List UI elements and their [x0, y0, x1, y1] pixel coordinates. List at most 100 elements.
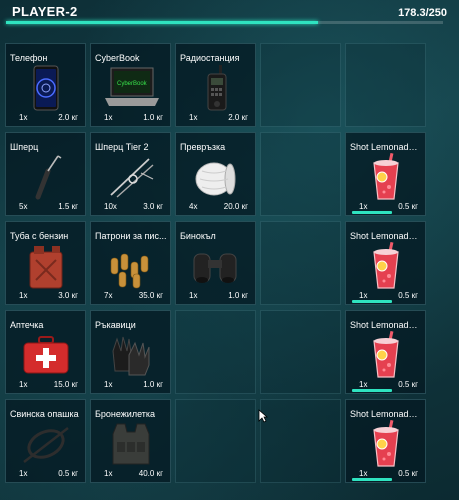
item-name: Shot Lemonade ... [350, 231, 422, 241]
item-weight: 0.5 кг [398, 469, 418, 478]
inventory-slot[interactable]: Shot Lemonade ... 1x 0.5 кг [345, 310, 426, 394]
item-weight: 15.0 кг [53, 380, 78, 389]
inventory-slot[interactable]: Телефон 1x 2.0 кг [5, 43, 86, 127]
inventory-slot[interactable]: Патрони за пис... 7x 35.0 кг [90, 221, 171, 305]
item-durability-bar [352, 478, 392, 481]
inventory-slot[interactable]: Shot Lemonade ... 1x 0.5 кг [345, 399, 426, 483]
lemonade-icon [358, 419, 414, 468]
inventory-header: PLAYER-2 178.3/250 [0, 0, 459, 40]
item-quantity: 1x [359, 469, 368, 478]
inventory-slot[interactable]: Шперц 5x 1.5 кг [5, 132, 86, 216]
inventory-slot[interactable]: CyberBook CyberBook 1x 1.0 кг [90, 43, 171, 127]
item-weight: 0.5 кг [398, 202, 418, 211]
item-name: Shot Lemonade ... [350, 320, 422, 330]
inventory-slot-empty[interactable] [260, 132, 341, 216]
inventory-slot[interactable]: Аптечка 1x 15.0 кг [5, 310, 86, 394]
item-weight: 3.0 кг [143, 202, 163, 211]
inventory-slot-empty[interactable] [260, 221, 341, 305]
item-name: Shot Lemonade ... [350, 142, 422, 152]
item-weight: 0.5 кг [398, 291, 418, 300]
weight-bar-fill [6, 21, 318, 24]
item-name: Бинокъл [180, 231, 216, 241]
item-durability-bar [352, 300, 392, 303]
mouse-cursor-icon [258, 409, 268, 423]
ammo-icon [103, 242, 159, 290]
item-name: Туба с бензин [10, 231, 69, 241]
lockpick-icon [18, 153, 74, 201]
item-quantity: 1x [19, 113, 28, 122]
item-weight: 2.0 кг [58, 113, 78, 122]
gloves-icon [103, 331, 159, 379]
gas-can-icon [18, 242, 74, 290]
item-durability-bar [352, 211, 392, 214]
item-quantity: 1x [104, 113, 113, 122]
item-name: CyberBook [95, 53, 140, 63]
bandage-icon [188, 153, 244, 201]
item-quantity: 10x [104, 202, 117, 211]
item-quantity: 5x [19, 202, 28, 211]
item-weight: 0.5 кг [398, 380, 418, 389]
item-quantity: 1x [104, 380, 113, 389]
inventory-slot[interactable]: Шперц Tier 2 10x 3.0 кг [90, 132, 171, 216]
lemonade-icon [358, 241, 414, 290]
binoculars-icon [188, 242, 244, 290]
inventory-grid: Телефон 1x 2.0 кг CyberBook CyberBook 1x 1.0 к… [5, 43, 456, 498]
laptop-icon: CyberBook [103, 64, 159, 112]
item-weight: 20.0 кг [223, 202, 248, 211]
inventory-slot-empty[interactable] [260, 399, 341, 483]
weight-bar [6, 21, 443, 24]
inventory-slot[interactable]: Бронежилетка 1x 40.0 кг [90, 399, 171, 483]
lemonade-icon [358, 330, 414, 379]
item-quantity: 1x [359, 202, 368, 211]
item-quantity: 1x [19, 291, 28, 300]
item-quantity: 1x [104, 469, 113, 478]
player-name: PLAYER-2 [12, 4, 78, 19]
inventory-slot-empty[interactable] [260, 310, 341, 394]
item-weight: 1.0 кг [228, 291, 248, 300]
lemonade-icon [358, 152, 414, 201]
item-quantity: 4x [189, 202, 198, 211]
inventory-slot[interactable]: Свинска опашка 1x 0.5 кг [5, 399, 86, 483]
inventory-slot[interactable]: Туба с бензин 1x 3.0 кг [5, 221, 86, 305]
item-name: Телефон [10, 53, 48, 63]
item-name: Шперц Tier 2 [95, 142, 149, 152]
inventory-slot-empty[interactable] [175, 399, 256, 483]
item-weight: 2.0 кг [228, 113, 248, 122]
item-name: Патрони за пис... [95, 231, 167, 241]
inventory-slot[interactable]: Бинокъл 1x 1.0 кг [175, 221, 256, 305]
item-quantity: 1x [19, 469, 28, 478]
item-weight: 3.0 кг [58, 291, 78, 300]
lockpick-set-icon [103, 153, 159, 201]
inventory-slot[interactable]: Shot Lemonade ... 1x 0.5 кг [345, 221, 426, 305]
item-quantity: 1x [189, 113, 198, 122]
item-name: Шперц [10, 142, 39, 152]
item-name: Shot Lemonade ... [350, 409, 422, 419]
svg-text:CyberBook: CyberBook [117, 81, 148, 87]
item-name: Превръзка [180, 142, 226, 152]
medkit-icon [18, 331, 74, 379]
inventory-slot-empty[interactable] [260, 43, 341, 127]
item-quantity: 1x [359, 291, 368, 300]
inventory-slot-empty[interactable] [345, 43, 426, 127]
weight-readout: 178.3/250 [398, 7, 447, 19]
item-weight: 1.0 кг [143, 380, 163, 389]
item-weight: 0.5 кг [58, 469, 78, 478]
item-name: Аптечка [10, 320, 44, 330]
item-quantity: 7x [104, 291, 113, 300]
item-durability-bar [352, 389, 392, 392]
inventory-slot[interactable]: Превръзка 4x 20.0 кг [175, 132, 256, 216]
item-name: Ръкавици [95, 320, 136, 330]
radio-icon [188, 64, 244, 112]
zip-tie-icon [18, 420, 74, 468]
item-weight: 35.0 кг [138, 291, 163, 300]
inventory-slot[interactable]: Shot Lemonade ... 1x 0.5 кг [345, 132, 426, 216]
inventory-slot[interactable]: Ръкавици 1x 1.0 кг [90, 310, 171, 394]
item-name: Радиостанция [180, 53, 240, 63]
item-quantity: 1x [359, 380, 368, 389]
vest-icon [103, 420, 159, 468]
inventory-slot[interactable]: Радиостанция 1x 2.0 кг [175, 43, 256, 127]
item-weight: 1.5 кг [58, 202, 78, 211]
inventory-slot-empty[interactable] [175, 310, 256, 394]
item-quantity: 1x [189, 291, 198, 300]
phone-icon [18, 64, 74, 112]
